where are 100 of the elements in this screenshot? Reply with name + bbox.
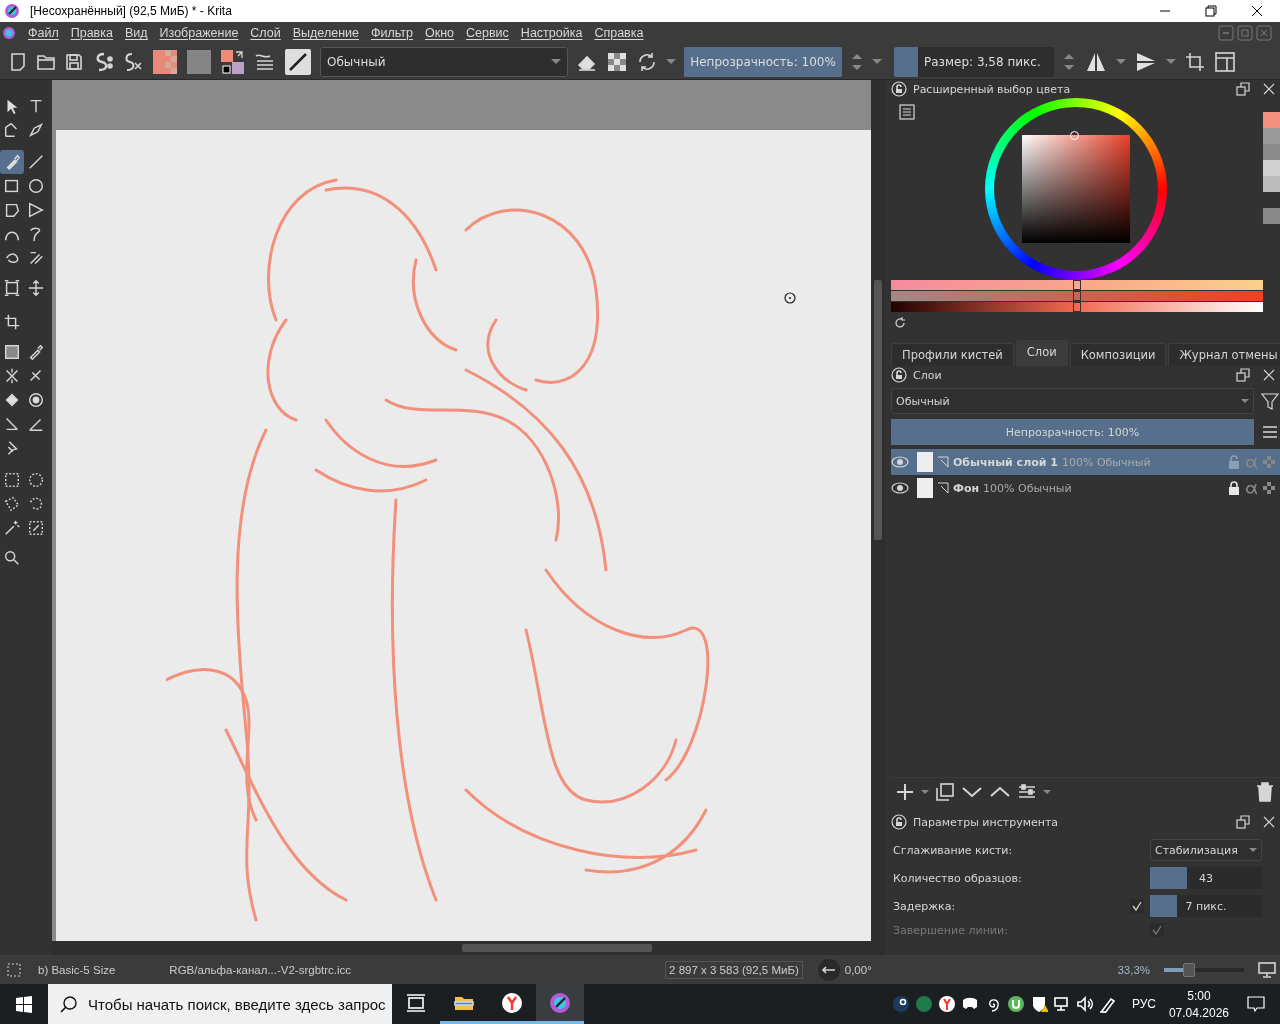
menu-item[interactable]: Изображение: [153, 26, 245, 40]
slider-handle[interactable]: [1073, 291, 1081, 301]
slider-handle[interactable]: [1073, 280, 1081, 290]
menu-item[interactable]: Сервис: [460, 26, 515, 40]
filter-icon[interactable]: [1260, 391, 1280, 411]
krita-logo-icon: [2, 26, 16, 40]
float-icon[interactable]: [1236, 815, 1250, 829]
menu-item[interactable]: Настройка: [514, 26, 589, 40]
delete-icon[interactable]: [1256, 781, 1274, 802]
smart-patch-icon: [3, 367, 21, 385]
game-launcher-icon[interactable]: [891, 995, 910, 1013]
gradient-swatch-icon[interactable]: [186, 48, 212, 75]
layer-thumbnail: [917, 478, 933, 498]
add-layer-icon[interactable]: [895, 781, 915, 802]
duplicate-icon[interactable]: [935, 781, 955, 802]
layer-opacity-slider[interactable]: Непрозрачность: 100%: [891, 419, 1254, 445]
value-slider[interactable]: [891, 302, 1263, 312]
save-icon[interactable]: [64, 51, 84, 72]
ellipse-selection-icon: [27, 471, 45, 489]
transform-icon: [3, 279, 21, 297]
opacity-slider[interactable]: Непрозрачность: 100%: [684, 46, 842, 77]
brush-tool[interactable]: [0, 150, 24, 174]
restore-icon[interactable]: [1203, 3, 1219, 19]
pattern-swatch-icon[interactable]: [152, 48, 178, 75]
multibrush-icon: [27, 249, 45, 267]
option-label: Задержка:: [893, 899, 957, 913]
new-document-icon[interactable]: [8, 51, 28, 72]
lock-icon[interactable]: [891, 814, 907, 830]
menu-item[interactable]: Окно: [419, 26, 461, 40]
docker-tab[interactable]: Композиции: [1069, 343, 1167, 366]
vertical-scrollbar[interactable]: [871, 80, 885, 941]
windows-start-icon[interactable]: [15, 995, 33, 1013]
checkbox[interactable]: [1130, 899, 1144, 913]
docker-tab[interactable]: Журнал отмены: [1168, 343, 1280, 366]
crop-icon: [3, 313, 21, 331]
calligraphy-pen-icon: [27, 121, 45, 139]
brush-size-slider[interactable]: Размер: 3,58 пикс.: [894, 46, 1054, 77]
measure-icon: [3, 415, 21, 433]
eye-icon[interactable]: [891, 481, 909, 495]
volume-icon[interactable]: [1075, 995, 1094, 1013]
docker-tab[interactable]: Слои: [1015, 340, 1068, 366]
color-history-swatches[interactable]: [1263, 112, 1280, 224]
menu-item[interactable]: Выделение: [286, 26, 365, 40]
brush-preset-icon[interactable]: [284, 47, 312, 76]
hue-slider[interactable]: [891, 280, 1263, 290]
close-icon[interactable]: [1249, 3, 1265, 19]
menu-item[interactable]: Слой: [244, 26, 287, 40]
float-icon[interactable]: [1236, 82, 1250, 96]
layer-name: Обычный слой 1: [953, 455, 1058, 469]
layer-type-icon: [937, 456, 949, 468]
layer-type-icon: [937, 482, 949, 494]
saturation-slider[interactable]: [891, 291, 1263, 301]
line-icon: [27, 153, 45, 171]
menu-item[interactable]: Фильтр: [365, 26, 419, 40]
reset-icon[interactable]: [893, 316, 907, 330]
color-settings-icon[interactable]: [899, 104, 915, 120]
alpha-icon[interactable]: [1244, 481, 1258, 495]
menu-item[interactable]: Вид: [118, 26, 154, 40]
docker-tab[interactable]: Профили кистей: [891, 343, 1014, 366]
selection-icon[interactable]: [6, 961, 22, 978]
lock-icon[interactable]: [891, 367, 907, 383]
menu-item[interactable]: Файл: [22, 26, 65, 40]
krita-logo-icon: [4, 3, 20, 19]
notifications-icon[interactable]: [1246, 994, 1266, 1014]
layer-row[interactable]: Фон 100% Обычный: [891, 475, 1280, 501]
wrap-around-icon[interactable]: [1184, 50, 1206, 73]
inherit-alpha-icon[interactable]: [1262, 481, 1276, 495]
krita-icon: [549, 991, 571, 1014]
float-icon[interactable]: [1236, 368, 1250, 382]
browser-icon: [501, 991, 523, 1014]
monitor-icon[interactable]: [1258, 961, 1276, 978]
spin-box[interactable]: 43: [1150, 867, 1262, 889]
rotation-icon[interactable]: [816, 957, 841, 982]
smoothing-dropdown[interactable]: Стабилизация: [1150, 839, 1262, 861]
slider-handle[interactable]: [1073, 302, 1081, 312]
color-swatches-icon[interactable]: [220, 48, 246, 75]
enclose-fill-icon: [27, 391, 45, 409]
horizontal-scrollbar[interactable]: [52, 941, 885, 955]
layout-icon[interactable]: [1214, 50, 1236, 73]
menu-item[interactable]: Справка: [588, 26, 650, 40]
color-profile: RGB/альфа-канал...-V2-srgbtrc.icc: [169, 963, 352, 976]
magic-wand-icon: [3, 519, 21, 537]
move-icon: [27, 279, 45, 297]
language-indicator[interactable]: РУС: [1131, 997, 1156, 1011]
color-picker-icon: [27, 343, 45, 361]
docker-title: Расширенный выбор цвета: [913, 82, 1071, 96]
taskbar-search-field[interactable]: Чтобы начать поиск, введите здесь запрос: [48, 984, 392, 1024]
browser-icon[interactable]: [937, 995, 956, 1013]
torrent-icon[interactable]: [1006, 995, 1025, 1013]
clock[interactable]: 5:00 07.04.2026: [1168, 988, 1229, 1020]
blend-mode-dropdown[interactable]: Обычный: [891, 388, 1254, 414]
blend-mode-dropdown[interactable]: Обычный: [320, 46, 568, 77]
alpha-lock-icon[interactable]: [606, 50, 628, 73]
pen-icon[interactable]: [1098, 995, 1117, 1013]
menu-item[interactable]: Правка: [64, 26, 119, 40]
network-icon[interactable]: [1052, 995, 1071, 1013]
reload-icon[interactable]: [636, 50, 658, 73]
lock-icon[interactable]: [1228, 481, 1240, 495]
lock-icon[interactable]: [891, 81, 907, 97]
spin-box[interactable]: 7 пикс.: [1150, 895, 1262, 917]
